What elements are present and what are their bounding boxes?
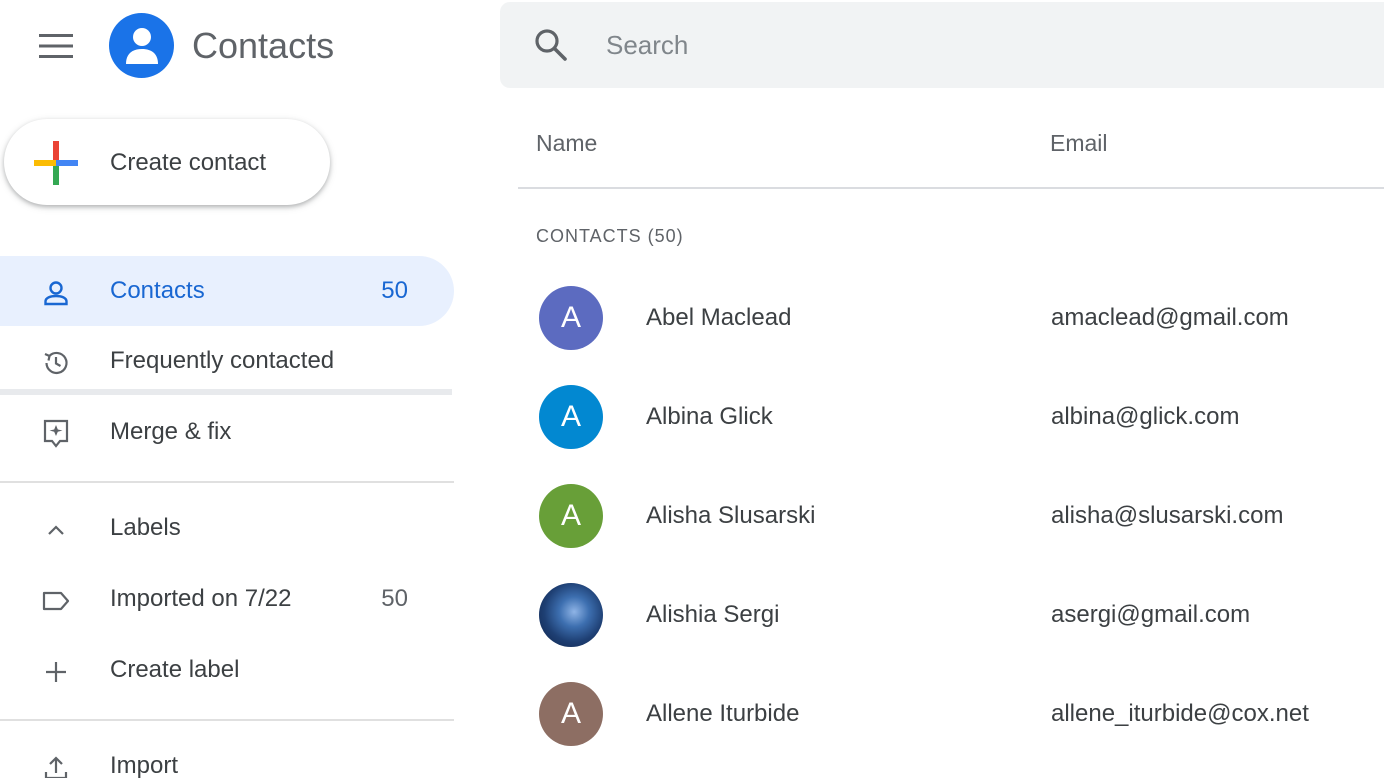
contact-name: Abel Maclead [646, 304, 792, 331]
contact-name: Allene Iturbide [646, 700, 800, 727]
contact-row[interactable]: A Albina Glick albina@glick.com [518, 372, 1384, 462]
sidebar-item-count: 50 [381, 277, 408, 304]
contact-email: asergi@gmail.com [1051, 601, 1251, 628]
header-divider [518, 187, 1384, 189]
column-header-name[interactable]: Name [536, 128, 597, 158]
contact-email: albina@glick.com [1051, 403, 1240, 430]
create-label-button[interactable]: Create label [0, 635, 454, 705]
sidebar-item-label: Merge & fix [110, 418, 232, 445]
sidebar-divider [0, 389, 452, 395]
create-contact-button[interactable]: Create contact [4, 119, 330, 205]
search-icon[interactable] [533, 27, 569, 63]
search-input[interactable] [606, 24, 1306, 66]
person-icon [125, 27, 158, 64]
sidebar-item-label: Contacts [110, 277, 205, 304]
app-logo[interactable] [109, 13, 174, 78]
main-menu-button[interactable] [30, 24, 82, 68]
app-title: Contacts [192, 25, 335, 66]
sidebar-item-contacts[interactable]: Contacts 50 [0, 256, 454, 326]
hamburger-menu-icon [39, 34, 73, 58]
contacts-app: Contacts Create contact Contacts 50 [0, 0, 1384, 778]
sidebar-item-label: Frequently contacted [110, 347, 335, 374]
merge-fix-icon [40, 418, 72, 450]
upload-icon [40, 752, 72, 778]
contact-name: Alisha Slusarski [646, 502, 816, 529]
label-tag-icon [40, 585, 72, 617]
sidebar-divider [0, 481, 454, 483]
chevron-up-icon [40, 514, 72, 546]
contact-email: alisha@slusarski.com [1051, 502, 1284, 529]
contact-photo-avatar[interactable] [539, 583, 603, 647]
contact-email: allene_iturbide@cox.net [1051, 700, 1309, 727]
create-contact-label: Create contact [110, 149, 267, 176]
labels-header: Labels [110, 514, 181, 541]
contact-row[interactable]: A Alisha Slusarski alisha@slusarski.com [518, 471, 1384, 561]
contact-name: Albina Glick [646, 403, 773, 430]
column-header-email[interactable]: Email [1050, 128, 1108, 158]
contact-row[interactable]: A Abel Maclead amaclead@gmail.com [518, 273, 1384, 363]
sidebar-divider [0, 719, 454, 721]
sidebar-item-import[interactable]: Import [0, 731, 454, 778]
history-icon [40, 347, 72, 379]
sidebar-item-label: Imported on 7/22 [110, 585, 292, 612]
contacts-section-label: CONTACTS (50) [536, 226, 684, 246]
search-bar[interactable] [500, 2, 1384, 88]
sidebar-item-frequently-contacted[interactable]: Frequently contacted [0, 326, 454, 396]
sidebar-item-merge-fix[interactable]: Merge & fix [0, 397, 454, 467]
import-text: Import [110, 752, 179, 778]
contact-row[interactable]: Alishia Sergi asergi@gmail.com [518, 570, 1384, 660]
sidebar-item-label-imported[interactable]: Imported on 7/22 50 [0, 564, 454, 634]
sidebar-item-count: 50 [381, 585, 408, 612]
contact-avatar[interactable]: A [539, 385, 603, 449]
person-outline-icon [40, 277, 72, 309]
contact-row[interactable]: A Allene Iturbide allene_iturbide@cox.net [518, 669, 1384, 759]
create-label-text: Create label [110, 656, 240, 683]
contact-name: Alishia Sergi [646, 601, 780, 628]
plus-icon [40, 656, 72, 688]
multicolor-plus-icon [34, 141, 78, 185]
contact-avatar[interactable]: A [539, 682, 603, 746]
labels-section-toggle[interactable]: Labels [0, 493, 454, 563]
contact-email: amaclead@gmail.com [1051, 304, 1289, 331]
contact-avatar[interactable]: A [539, 286, 603, 350]
contact-avatar[interactable]: A [539, 484, 603, 548]
